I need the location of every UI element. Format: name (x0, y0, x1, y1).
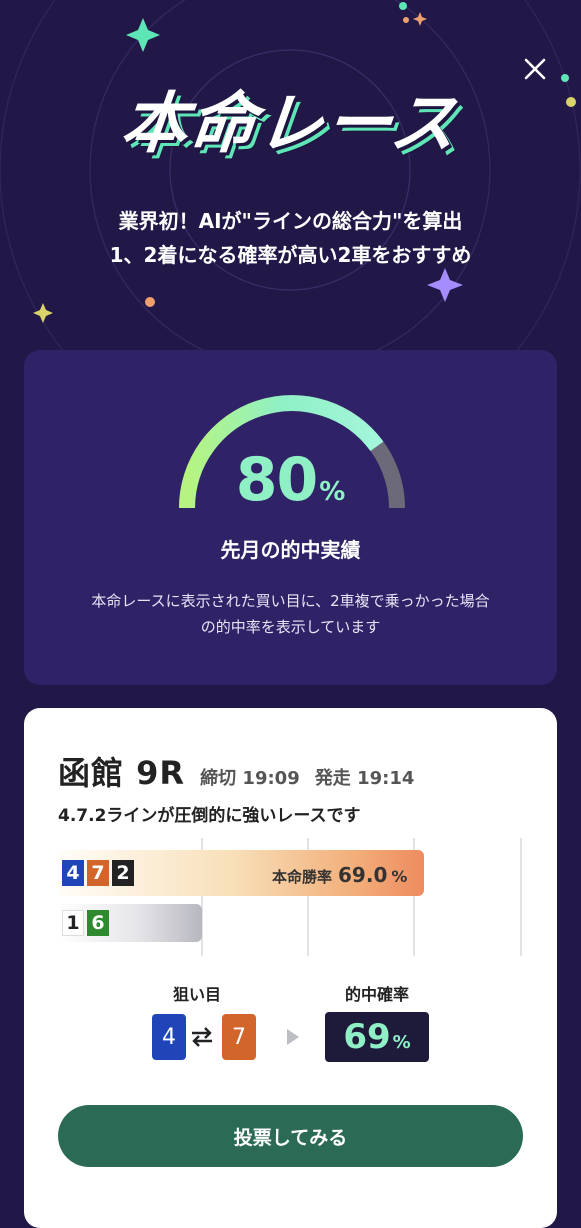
race-card[interactable]: 函館 9R 締切 19:09 発走 19:14 4.7.2ラインが圧倒的に強いレ… (24, 708, 557, 1228)
subtitle-line-1: 業界初！AIが"ラインの総合力"を算出 (118, 209, 463, 233)
bike-number-chip: 1 (62, 910, 84, 936)
bike-number-chip: 7 (87, 860, 109, 886)
hit-rate-unit: % (319, 477, 346, 507)
note-line-1: 本命レースに表示された買い目に、2車複で乗っかった場合 (91, 592, 490, 610)
probability-value: 69% (325, 1012, 429, 1062)
play-arrow-icon (287, 1029, 299, 1045)
race-deadline: 締切 19:09 (200, 768, 300, 789)
win-rate-label: 本命勝率 69.0% (272, 863, 407, 887)
page-title: 本命レース (117, 85, 463, 162)
grid-line (520, 838, 522, 956)
race-start: 発走 19:14 (314, 768, 415, 789)
sparkle-icon (427, 268, 463, 302)
race-venue: 函館 9R (58, 754, 186, 792)
hero-subtitle: 業界初！AIが"ラインの総合力"を算出 1、2着になる確率が高い2車をおすすめ (0, 204, 581, 272)
hit-rate-note: 本命レースに表示された買い目に、2車複で乗っかった場合 の的中率を表示しています (54, 588, 527, 640)
hit-rate-card: 80% 先月の的中実績 本命レースに表示された買い目に、2車複で乗っかった場合 … (24, 350, 557, 685)
note-line-2: の的中率を表示しています (200, 618, 381, 636)
bike-number-chip: 4 (62, 860, 84, 886)
bike-number-chip: 6 (87, 910, 109, 936)
target-label: 狙い目 (172, 985, 221, 1004)
target-bike-chip: 4 (152, 1014, 186, 1060)
subtitle-line-2: 1、2着になる確率が高い2車をおすすめ (109, 243, 472, 267)
race-header: 函館 9R 締切 19:09 発走 19:14 (58, 748, 414, 794)
target-bike-chip: 7 (222, 1014, 256, 1060)
sparkle-icon (126, 18, 160, 52)
sparkle-icon (33, 303, 53, 323)
hit-rate-label: 先月の的中実績 (220, 538, 361, 562)
swap-arrows-icon (192, 1027, 212, 1047)
bike-number-chip: 2 (112, 860, 134, 886)
hit-rate-number: 80 (235, 445, 318, 515)
win-rate-caption: 本命勝率 (272, 868, 333, 886)
probability-label: 的中確率 (344, 985, 409, 1004)
win-rate-value: 69.0 (338, 863, 388, 887)
hit-rate-value: 80% (24, 445, 557, 515)
race-description: 4.7.2ラインが圧倒的に強いレースです (58, 806, 361, 826)
vote-button[interactable]: 投票してみる (58, 1105, 523, 1167)
probability-number: 69 (343, 1017, 391, 1057)
sparkle-icon (413, 12, 427, 26)
win-rate-unit: % (391, 867, 408, 886)
probability-unit: % (392, 1031, 411, 1053)
